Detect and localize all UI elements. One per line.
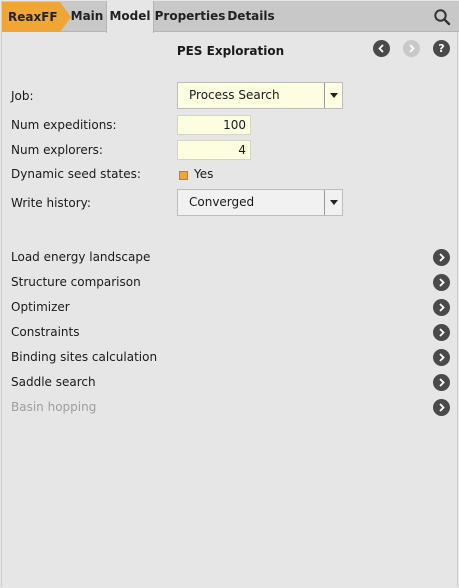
chevron-right-icon[interactable] (433, 274, 450, 291)
write-history-label: Write history: (11, 196, 91, 210)
panel-label: Optimizer (11, 300, 70, 314)
panel-structure-comparison[interactable]: Structure comparison (2, 272, 459, 294)
panel-label: Saddle search (11, 375, 96, 389)
job-select[interactable]: Process Search (177, 82, 343, 109)
num-expeditions-field[interactable]: 100 (177, 115, 251, 135)
tab-details[interactable]: Details (226, 1, 276, 32)
dynamic-seed-value[interactable]: Yes (194, 167, 213, 181)
search-icon[interactable] (433, 8, 451, 26)
panel-label: Structure comparison (11, 275, 141, 289)
chevron-right-icon[interactable] (433, 349, 450, 366)
panel-optimizer[interactable]: Optimizer (2, 297, 459, 319)
chevron-right-icon[interactable] (433, 299, 450, 316)
panel-label: Basin hopping (11, 400, 97, 414)
panel-label: Constraints (11, 325, 80, 339)
dynamic-seed-checkbox[interactable] (179, 171, 188, 180)
tab-main[interactable]: Main (68, 1, 106, 32)
panel-load-energy-landscape[interactable]: Load energy landscape (2, 247, 459, 269)
dynamic-seed-label: Dynamic seed states: (11, 167, 141, 181)
write-history-select-value: Converged (189, 195, 255, 209)
page-title: PES Exploration (176, 44, 285, 58)
panel-constraints[interactable]: Constraints (2, 322, 459, 344)
panel-label: Load energy landscape (11, 250, 151, 264)
tab-bar: ReaxFF Main Model Properties Details (2, 1, 459, 33)
num-expeditions-label: Num expeditions: (11, 118, 117, 132)
chevron-right-icon[interactable] (433, 249, 450, 266)
chevron-down-icon[interactable] (324, 83, 342, 108)
tab-model[interactable]: Model (106, 1, 154, 33)
chevron-right-icon[interactable] (433, 374, 450, 391)
chevron-right-icon[interactable] (433, 324, 450, 341)
app-window: ReaxFF Main Model Properties Details PES… (1, 1, 459, 587)
help-icon[interactable]: ? (433, 40, 450, 57)
panel-binding-sites-calculation[interactable]: Binding sites calculation (2, 347, 459, 369)
job-label: Job: (11, 89, 34, 103)
job-select-value: Process Search (189, 88, 280, 102)
write-history-select[interactable]: Converged (177, 189, 343, 216)
back-icon[interactable] (373, 40, 390, 57)
panel-label: Binding sites calculation (11, 350, 158, 364)
panel-basin-hopping[interactable]: Basin hopping (2, 397, 459, 419)
forward-icon (403, 40, 420, 57)
chevron-down-icon[interactable] (324, 190, 342, 215)
tab-properties[interactable]: Properties (154, 1, 226, 32)
tab-engine[interactable]: ReaxFF (2, 2, 71, 32)
chevron-right-icon[interactable] (433, 399, 450, 416)
num-explorers-field[interactable]: 4 (177, 140, 251, 160)
panel-saddle-search[interactable]: Saddle search (2, 372, 459, 394)
num-explorers-label: Num explorers: (11, 143, 103, 157)
